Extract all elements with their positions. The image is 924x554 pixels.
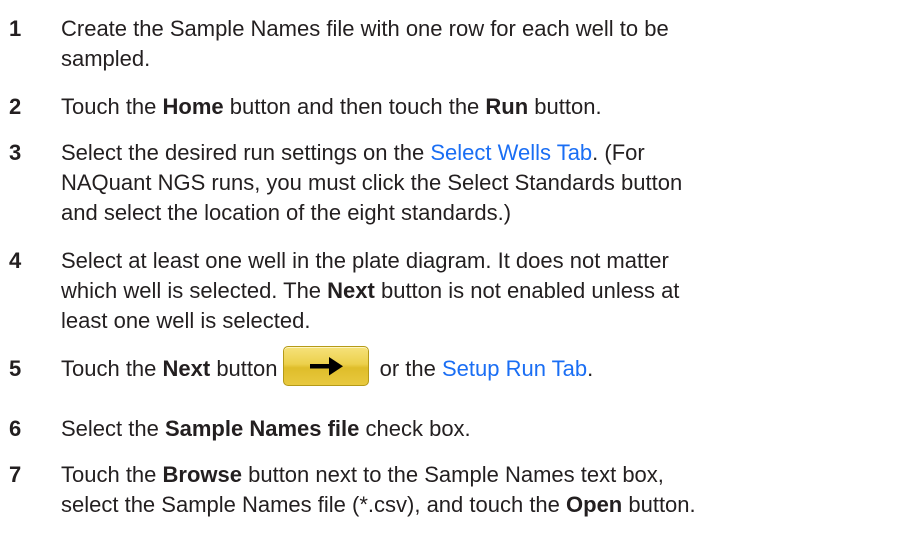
setup-run-tab-link[interactable]: Setup Run Tab: [442, 356, 587, 381]
step-text: Touch the Browse button next to the Samp…: [61, 460, 924, 520]
step-text-segment: select the Sample Names file (*.csv), an…: [61, 492, 567, 517]
step-text-segment: Touch the: [61, 356, 163, 381]
step-number: 1: [9, 16, 22, 41]
step-text-segment: button is not enabled unless at: [374, 278, 680, 303]
step-text-segment: check box.: [359, 416, 471, 441]
step-text-segment: button: [210, 356, 278, 381]
step-text-segment: which well is selected. The: [61, 278, 328, 303]
step-number: 3: [9, 140, 22, 165]
step-text: Create the Sample Names file with one ro…: [61, 14, 924, 74]
step-text: Select the desired run settings on the S…: [61, 138, 924, 228]
step-text-segment: Select the: [61, 416, 165, 441]
next-button-label: Next: [162, 356, 211, 381]
step-text-segment: Touch the: [61, 462, 163, 487]
step-line: NAQuant NGS runs, you must click the Sel…: [61, 170, 683, 195]
step-line: least one well is selected.: [61, 308, 311, 333]
step-number: 6: [9, 416, 22, 441]
step-text-segment: Select the desired run settings on the: [61, 140, 431, 165]
next-button[interactable]: [283, 346, 370, 387]
step-line: Create the Sample Names file with one ro…: [61, 16, 669, 41]
sample-names-file-label: Sample Names file: [164, 416, 360, 441]
step-text-segment: .: [587, 356, 594, 381]
home-button-label: Home: [162, 94, 224, 119]
step-line: Select at least one well in the plate di…: [61, 248, 669, 273]
step-text-segment: button next to the Sample Names text box…: [242, 462, 664, 487]
step-number: 2: [9, 94, 22, 119]
step-line: sampled.: [61, 46, 151, 71]
step-line: Touch the Browse button next to the Samp…: [61, 460, 924, 490]
step-text-segment: or the: [373, 356, 442, 381]
step-line: and select the location of the eight sta…: [61, 200, 512, 225]
step-text-segment: button.: [528, 94, 602, 119]
step-text: Select at least one well in the plate di…: [61, 246, 924, 336]
open-button-label: Open: [566, 492, 623, 517]
step-number: 7: [9, 462, 22, 487]
step-text: Touch the Home button and then touch the…: [61, 92, 924, 122]
step-text: Touch the Next button or the Setup Run T…: [61, 346, 924, 387]
next-button-label: Next: [327, 278, 375, 303]
run-button-label: Run: [485, 94, 529, 119]
step-number: 4: [9, 248, 22, 273]
step-text: Select the Sample Names file check box.: [61, 414, 924, 444]
step-text-segment: . (For: [592, 140, 645, 165]
step-text-segment: button.: [622, 492, 696, 517]
right-arrow-icon: [310, 357, 344, 376]
step-line: Select the desired run settings on the S…: [61, 138, 924, 168]
step-line: which well is selected. The Next button …: [61, 276, 924, 306]
select-wells-tab-link[interactable]: Select Wells Tab: [430, 140, 592, 165]
step-text-segment: Touch the: [61, 94, 163, 119]
step-text-segment: button and then touch the: [223, 94, 486, 119]
browse-button-label: Browse: [162, 462, 242, 487]
step-number: 5: [9, 356, 22, 381]
step-line: select the Sample Names file (*.csv), an…: [61, 490, 924, 520]
